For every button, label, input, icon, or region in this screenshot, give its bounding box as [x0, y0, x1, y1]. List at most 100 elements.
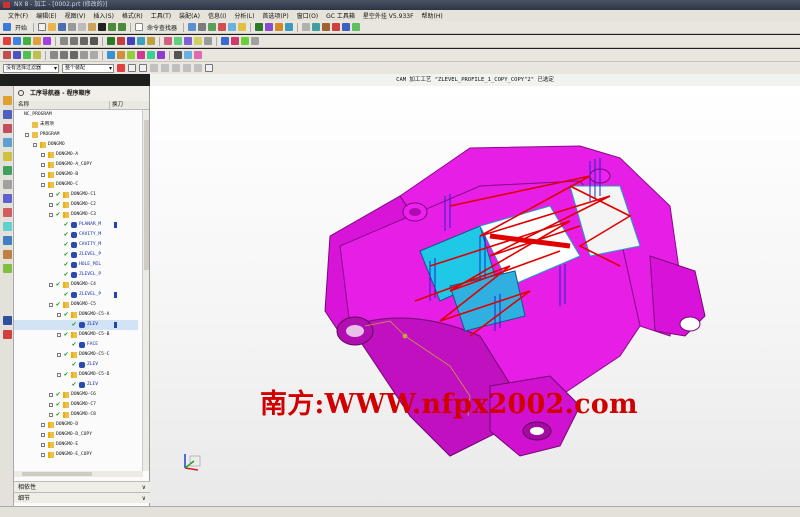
menu-item[interactable]: 窗口(O) [293, 11, 322, 20]
scroll-thumb[interactable] [144, 120, 149, 270]
hole-icon[interactable] [137, 51, 145, 59]
lasso-icon[interactable] [13, 51, 21, 59]
machine-tool-view-icon[interactable] [70, 37, 78, 45]
delete-object-icon[interactable] [204, 37, 212, 45]
body-select-icon[interactable] [172, 64, 180, 72]
expand-icon[interactable] [41, 443, 45, 447]
more-tools-icon[interactable] [251, 37, 259, 45]
select-icon[interactable] [3, 51, 11, 59]
kf-icon[interactable] [3, 316, 12, 325]
chevron-down-icon[interactable]: ∨ [142, 493, 146, 504]
tree-row[interactable]: PROGRAM [14, 130, 138, 140]
replay-icon[interactable] [117, 37, 125, 45]
command-finder-button[interactable]: 命令查找器 [145, 23, 179, 32]
pin-icon[interactable] [18, 90, 24, 96]
tree-row[interactable]: ✔ ZLEVEL_P [14, 270, 138, 280]
simulate-icon[interactable] [147, 37, 155, 45]
show-hide-icon[interactable] [352, 23, 361, 31]
tree-row[interactable]: ✔ DONGMO-C4 [14, 280, 138, 290]
machine-navigator-icon[interactable] [3, 138, 12, 147]
box-select-icon[interactable] [205, 64, 213, 72]
transform-icon[interactable] [231, 37, 239, 45]
tree-row[interactable]: ✔ DONGMO-C6 [14, 390, 138, 400]
command-finder-icon[interactable] [135, 23, 144, 31]
expand-icon[interactable] [49, 413, 53, 417]
copy-object-icon[interactable] [184, 37, 192, 45]
expand-icon[interactable] [41, 423, 45, 427]
create-program-icon[interactable] [3, 37, 11, 45]
tree-row[interactable]: ✔ DONGMO-C5-A [14, 310, 138, 320]
tree-row[interactable]: DONGMO-E [14, 440, 138, 450]
fit-view-icon[interactable] [188, 23, 197, 31]
paste-object-icon[interactable] [194, 37, 202, 45]
menu-item[interactable]: 格式(R) [118, 11, 147, 20]
filter-reset-icon[interactable] [117, 64, 125, 72]
rotate-icon[interactable] [208, 23, 217, 31]
feeds-speeds-icon[interactable] [221, 37, 229, 45]
delete-icon[interactable] [98, 23, 107, 31]
collapse-icon[interactable] [57, 353, 61, 357]
undo-icon[interactable] [108, 23, 117, 31]
collapse-icon[interactable] [33, 143, 37, 147]
intersection-snap-icon[interactable] [80, 51, 88, 59]
assembly-scope-combo[interactable]: 整个装配 [62, 63, 114, 73]
collapse-icon[interactable] [25, 133, 29, 137]
menu-item[interactable]: 装配(A) [175, 11, 204, 20]
expand-icon[interactable] [49, 203, 53, 207]
paste-icon[interactable] [88, 23, 97, 31]
expand-icon[interactable] [49, 193, 53, 197]
tree-row[interactable]: ✔ ZLEV [14, 360, 138, 370]
menu-item[interactable]: GC 工具箱 [322, 11, 359, 20]
history-icon[interactable] [3, 166, 12, 175]
save-icon[interactable] [58, 23, 67, 31]
expand-icon[interactable] [41, 173, 45, 177]
create-method-icon[interactable] [33, 37, 41, 45]
face-select-icon[interactable] [183, 64, 191, 72]
create-operation-icon[interactable] [43, 37, 51, 45]
menu-item[interactable]: 文件(F) [4, 11, 32, 20]
cut-object-icon[interactable] [174, 37, 182, 45]
operation-navigator-icon[interactable] [3, 124, 12, 133]
snap-icon[interactable] [342, 23, 351, 31]
collapse-icon[interactable] [57, 333, 61, 337]
tree-row[interactable]: ✔ PLANAR_M [14, 220, 138, 230]
chamfer-icon[interactable] [157, 51, 165, 59]
process-studio-icon[interactable] [3, 208, 12, 217]
assembly-navigator-icon[interactable] [3, 96, 12, 105]
tree-row[interactable]: ✔ FACE [14, 340, 138, 350]
tree-row[interactable]: DONGMO-A_COPY [14, 160, 138, 170]
tree-row[interactable]: ✔ CAVITY_M [14, 240, 138, 250]
collapse-icon[interactable] [57, 373, 61, 377]
quadrant-snap-icon[interactable] [90, 51, 98, 59]
roles-icon[interactable] [3, 222, 12, 231]
tree-vertical-scrollbar[interactable] [142, 110, 149, 471]
edit-object-icon[interactable] [164, 37, 172, 45]
create-tool-icon[interactable] [13, 37, 21, 45]
tree-row[interactable]: DONGMO-D [14, 420, 138, 430]
generate-toolpath-icon[interactable] [255, 23, 264, 31]
tree-row[interactable]: DONGMO-A [14, 150, 138, 160]
manufacturing-wizard-icon[interactable] [3, 264, 12, 273]
curve-icon[interactable] [33, 51, 41, 59]
tree-row[interactable]: ✔ DONGMO-C8 [14, 410, 138, 420]
copy-icon[interactable] [78, 23, 87, 31]
generate-icon[interactable] [107, 37, 115, 45]
point-icon[interactable] [23, 51, 31, 59]
tree-row[interactable]: DONGMO-B [14, 170, 138, 180]
collapse-icon[interactable] [57, 313, 61, 317]
tree-row[interactable]: ✔ ZLEVEL_P [14, 290, 138, 300]
shaded-icon[interactable] [184, 51, 192, 59]
collapse-icon[interactable] [49, 283, 53, 287]
tree-row[interactable]: DONGMO-D_COPY [14, 430, 138, 440]
extrude-icon[interactable] [117, 51, 125, 59]
menu-item[interactable]: 编辑(E) [32, 11, 60, 20]
web-browser-icon[interactable] [3, 180, 12, 189]
menu-item[interactable]: 星空外挂 V5.933F [359, 11, 418, 20]
expand-icon[interactable] [49, 393, 53, 397]
tree-row[interactable]: ✔ CAVITY_M [14, 230, 138, 240]
tree-row[interactable]: DONGMO-E_COPY [14, 450, 138, 460]
feedback-icon[interactable] [3, 330, 12, 339]
verify-icon[interactable] [137, 37, 145, 45]
menu-item[interactable]: 分析(L) [230, 11, 258, 20]
menu-item[interactable]: 帮助(H) [418, 11, 447, 20]
